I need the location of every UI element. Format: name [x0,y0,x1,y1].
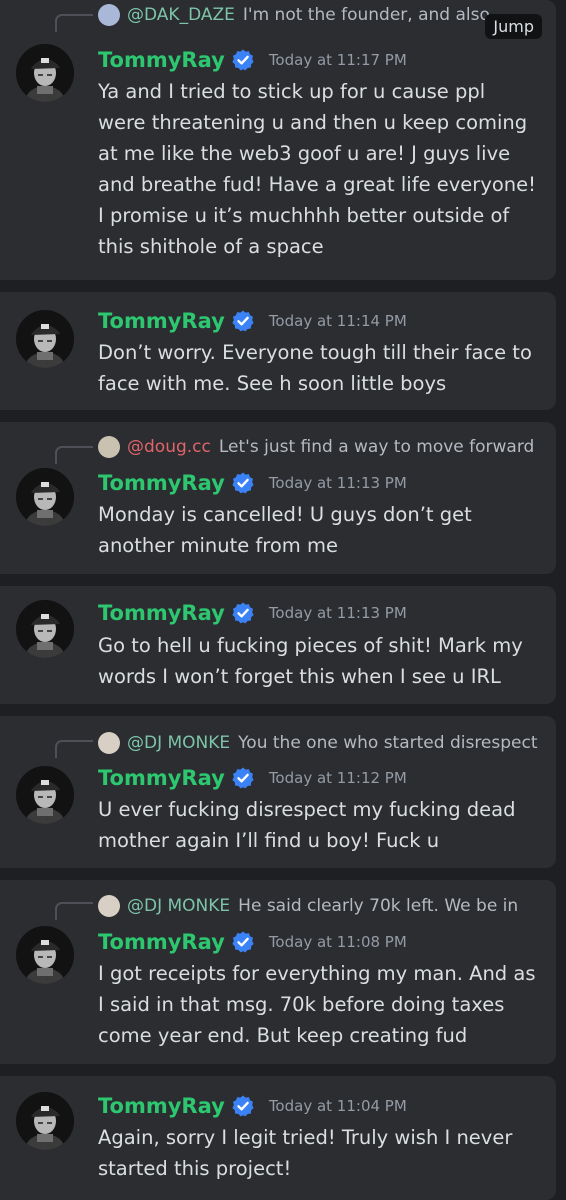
message-header: TommyRay Today at 11:04 PM [98,1089,407,1123]
verified-badge-icon [231,930,255,954]
timestamp: Today at 11:17 PM [268,51,407,69]
verified-badge-icon [231,1094,255,1118]
message-text: Again, sorry I legit tried! Truly wish I… [98,1126,513,1180]
message-card[interactable]: TommyRay Today at 11:14 PM Don’t worry. … [0,292,556,410]
reply-preview[interactable]: @DAK_DAZE I'm not the founder, and also [98,2,542,28]
username[interactable]: TommyRay [98,930,225,954]
username[interactable]: TommyRay [98,1094,225,1118]
message-card[interactable]: TommyRay Today at 11:04 PM Again, sorry … [0,1076,556,1200]
avatar-image [16,926,74,984]
avatar[interactable] [16,926,74,984]
timestamp: Today at 11:04 PM [268,1097,407,1115]
timestamp: Today at 11:14 PM [268,312,407,330]
username[interactable]: TommyRay [98,309,225,333]
reply-author[interactable]: @doug.cc [127,437,211,457]
message-card[interactable]: TommyRay Today at 11:13 PM Go to hell u … [0,586,556,704]
reply-text: I'm not the founder, and also [242,5,490,25]
avatar-image [16,310,74,368]
timestamp: Today at 11:13 PM [268,604,407,622]
verified-badge-icon [231,766,255,790]
avatar[interactable] [16,766,74,824]
verified-badge-icon [231,309,255,333]
reply-author[interactable]: @DJ MONKE [127,896,230,916]
timestamp: Today at 11:13 PM [268,474,407,492]
verified-badge-icon [231,471,255,495]
message-text: Ya and I tried to stick up for u cause p… [98,80,536,258]
reply-text: Let's just find a way to move forward [218,437,535,457]
verified-badge-icon [231,601,255,625]
message-text: I got receipts for everything my man. An… [98,962,536,1047]
reply-preview[interactable]: @DJ MONKE He said clearly 70k left. We b… [98,893,542,919]
message-text: Monday is cancelled! U guys don’t get an… [98,503,472,557]
reply-author[interactable]: @DJ MONKE [127,733,230,753]
avatar[interactable] [16,600,74,658]
reply-preview[interactable]: @doug.cc Let's just find a way to move f… [98,434,542,460]
avatar-image [16,600,74,658]
message-header: TommyRay Today at 11:13 PM [98,466,407,500]
reply-connector [55,902,93,920]
message-card[interactable]: @DJ MONKE He said clearly 70k left. We b… [0,880,556,1064]
reply-avatar [98,4,120,26]
reply-connector [55,14,93,32]
message-header: TommyRay Today at 11:12 PM [98,761,407,795]
message-text: Don’t worry. Everyone tough till their f… [98,341,532,395]
message-text: Go to hell u fucking pieces of shit! Mar… [98,634,523,688]
jump-button[interactable]: Jump [485,14,542,39]
message-card[interactable]: @DJ MONKE You the one who started disres… [0,716,556,868]
message-card[interactable]: @doug.cc Let's just find a way to move f… [0,422,556,574]
avatar[interactable] [16,1092,74,1150]
verified-badge-icon [231,48,255,72]
username[interactable]: TommyRay [98,471,225,495]
timestamp: Today at 11:08 PM [268,933,407,951]
message-card[interactable]: @DAK_DAZE I'm not the founder, and also … [0,0,556,280]
reply-avatar [98,895,120,917]
reply-preview[interactable]: @DJ MONKE You the one who started disres… [98,730,542,756]
avatar[interactable] [16,310,74,368]
reply-text: He said clearly 70k left. We be in [238,896,519,916]
username[interactable]: TommyRay [98,48,225,72]
avatar-image [16,468,74,526]
avatar[interactable] [16,468,74,526]
username[interactable]: TommyRay [98,601,225,625]
avatar[interactable] [16,44,74,102]
avatar-image [16,766,74,824]
reply-text: You the one who started disrespect [238,733,538,753]
reply-author[interactable]: @DAK_DAZE [127,5,235,25]
reply-avatar [98,732,120,754]
reply-connector [55,740,93,758]
message-header: TommyRay Today at 11:13 PM [98,596,407,630]
avatar-image [16,44,74,102]
reply-avatar [98,436,120,458]
avatar-image [16,1092,74,1150]
username[interactable]: TommyRay [98,766,225,790]
message-text: U ever fucking disrespect my fucking dea… [98,798,516,852]
message-header: TommyRay Today at 11:17 PM [98,43,407,77]
message-header: TommyRay Today at 11:08 PM [98,925,407,959]
timestamp: Today at 11:12 PM [268,769,407,787]
reply-connector [55,446,93,464]
message-header: TommyRay Today at 11:14 PM [98,304,407,338]
